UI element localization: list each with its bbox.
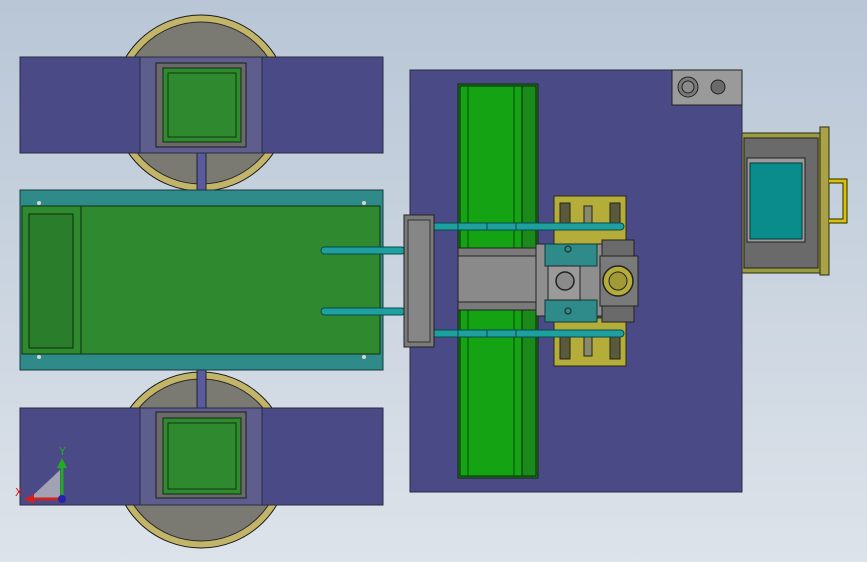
- corner-fitting: [671, 69, 743, 106]
- y-axis-label: Y: [58, 445, 66, 458]
- assembly-drawing: Y X: [0, 0, 867, 562]
- clamp-cylinder[interactable]: [599, 239, 639, 323]
- center-carriage[interactable]: [19, 189, 384, 371]
- bottom-mount-plate[interactable]: [19, 407, 384, 506]
- connector-block[interactable]: [403, 214, 435, 348]
- cad-viewport[interactable]: Y X: [0, 0, 867, 562]
- x-axis-label: X: [15, 486, 23, 499]
- top-mount-plate[interactable]: [19, 56, 384, 154]
- actuator-body[interactable]: [457, 243, 603, 323]
